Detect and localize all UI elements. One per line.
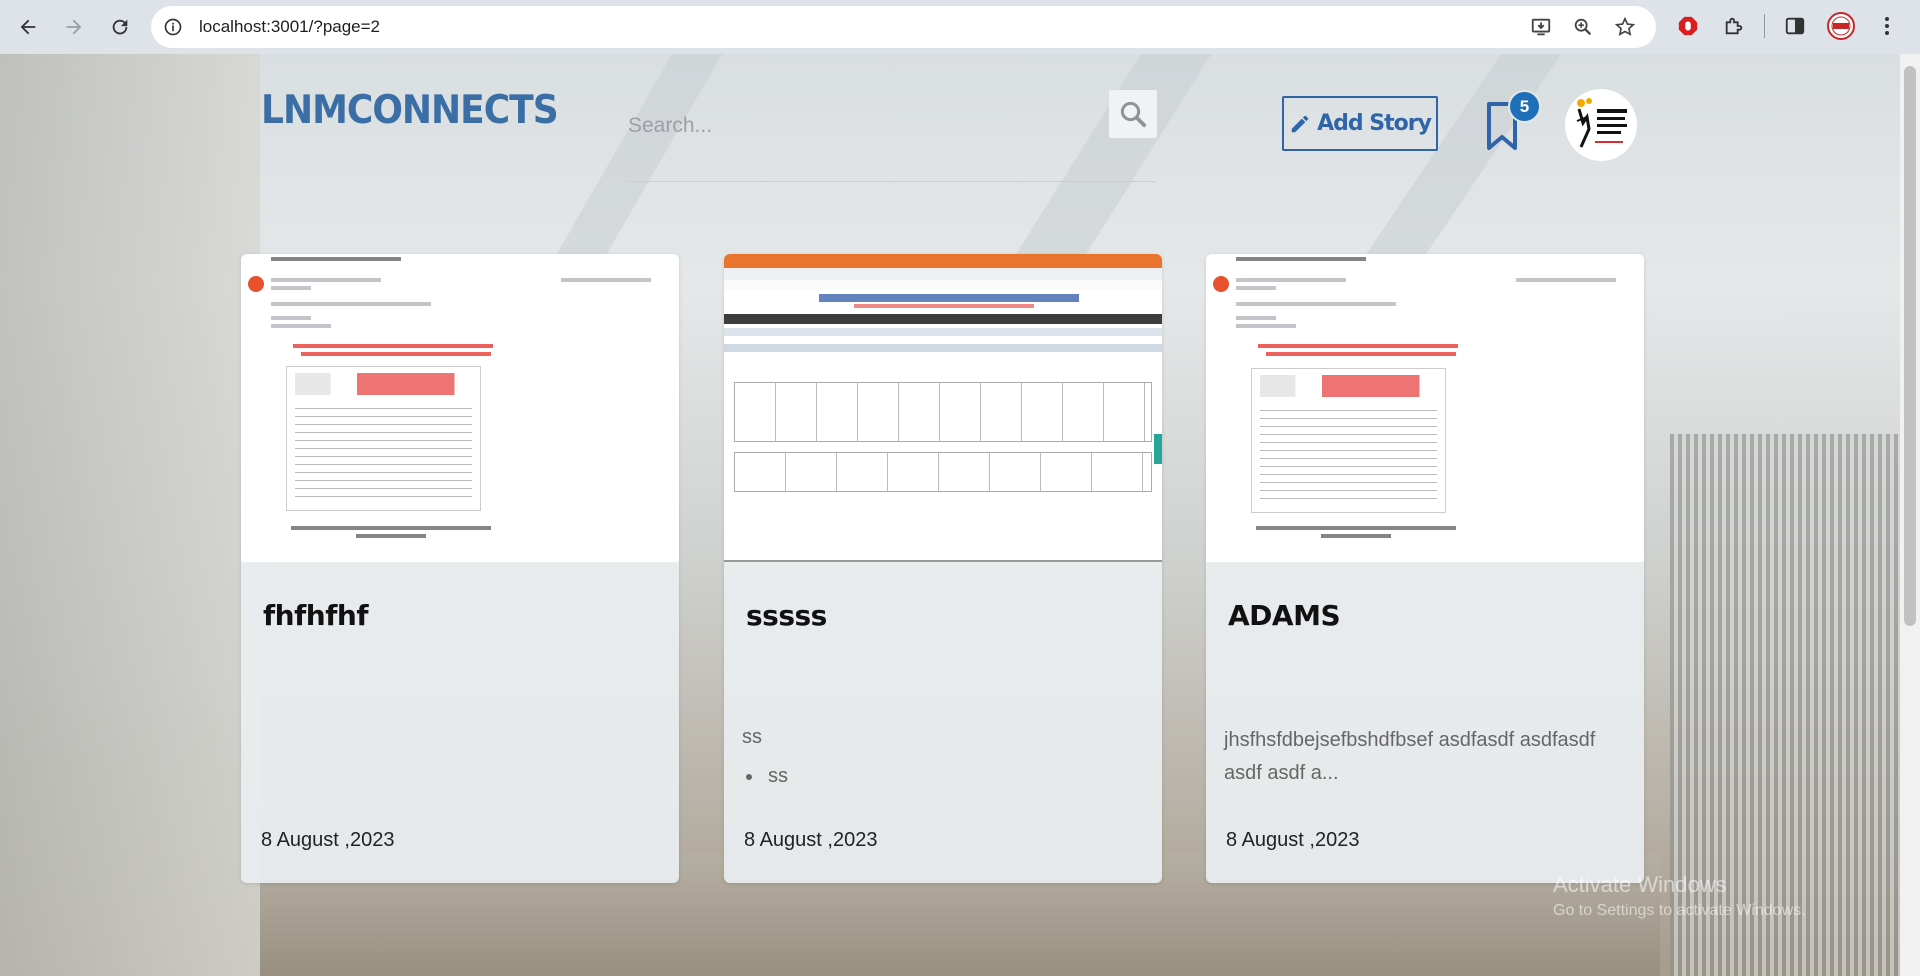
pencil-icon xyxy=(1291,115,1309,132)
sender-avatar-icon xyxy=(1213,276,1229,292)
story-thumbnail xyxy=(241,254,679,562)
card-title[interactable]: ADAMS xyxy=(1228,599,1341,632)
search-input[interactable] xyxy=(628,106,1088,146)
site-logo[interactable]: LNMCONNECTS xyxy=(261,88,559,133)
bookmark-count-badge: 5 xyxy=(1508,90,1541,123)
card-date: 8 August ,2023 xyxy=(1226,829,1360,851)
zoom-icon[interactable] xyxy=(1570,14,1596,40)
card-description: jhsfhsfdbejsefbshdfbsef asdfasdf asdfasd… xyxy=(1224,729,1596,784)
side-panel-icon[interactable] xyxy=(1779,8,1811,44)
bookmark-star-icon[interactable] xyxy=(1612,14,1638,40)
install-app-icon[interactable] xyxy=(1528,14,1554,40)
card-title[interactable]: fhfhfhf xyxy=(263,599,369,632)
add-story-button[interactable]: Add Story xyxy=(1282,96,1438,151)
story-thumbnail xyxy=(1206,254,1644,562)
card-description: ss ss xyxy=(742,721,1142,793)
extensions-puzzle-icon[interactable] xyxy=(1718,8,1750,44)
forward-icon[interactable] xyxy=(54,7,94,47)
story-card[interactable]: sssss ss ss 8 August ,2023 xyxy=(724,254,1162,883)
reload-icon[interactable] xyxy=(100,7,140,47)
url-text[interactable]: localhost:3001/?page=2 xyxy=(199,17,380,37)
story-card[interactable]: ADAMS jhsfhsfdbejsefbshdfbsef asdfasdf a… xyxy=(1206,254,1644,883)
story-thumbnail xyxy=(724,254,1162,562)
affidavit-document xyxy=(286,366,481,511)
page-scrollbar[interactable] xyxy=(1900,54,1920,976)
affidavit-document xyxy=(1251,368,1446,513)
site-info-icon[interactable] xyxy=(157,11,189,43)
sender-avatar-icon xyxy=(248,276,264,292)
card-bullet-list: ss xyxy=(764,760,1142,793)
story-card[interactable]: fhfhfhf 8 August ,2023 xyxy=(241,254,679,883)
avatar[interactable] xyxy=(1565,89,1637,161)
add-story-label: Add Story xyxy=(1317,111,1432,136)
address-bar[interactable]: localhost:3001/?page=2 xyxy=(151,6,1656,48)
scrollbar-thumb[interactable] xyxy=(1904,66,1916,626)
card-bullet-item: ss xyxy=(764,760,1142,793)
club-logo-icon xyxy=(1576,98,1627,148)
background-wall xyxy=(0,54,260,976)
toolbar-separator xyxy=(1764,14,1765,38)
search-bar xyxy=(626,90,1157,182)
card-date: 8 August ,2023 xyxy=(261,829,395,851)
search-button[interactable] xyxy=(1109,90,1157,138)
card-title[interactable]: sssss xyxy=(746,599,827,632)
card-description-text: ss xyxy=(742,726,762,748)
profile-avatar-icon[interactable] xyxy=(1825,8,1857,44)
browser-menu-icon[interactable] xyxy=(1871,8,1903,44)
search-icon xyxy=(1120,101,1147,128)
adblock-extension-icon[interactable] xyxy=(1672,8,1704,44)
watermark-subtitle: Go to Settings to activate Windows. xyxy=(1553,902,1806,919)
card-date: 8 August ,2023 xyxy=(744,829,878,851)
activate-windows-watermark: Activate Windows Go to Settings to activ… xyxy=(1553,872,1806,920)
watermark-title: Activate Windows xyxy=(1553,872,1727,897)
browser-toolbar: localhost:3001/?page=2 xyxy=(0,0,1920,54)
back-icon[interactable] xyxy=(8,7,48,47)
